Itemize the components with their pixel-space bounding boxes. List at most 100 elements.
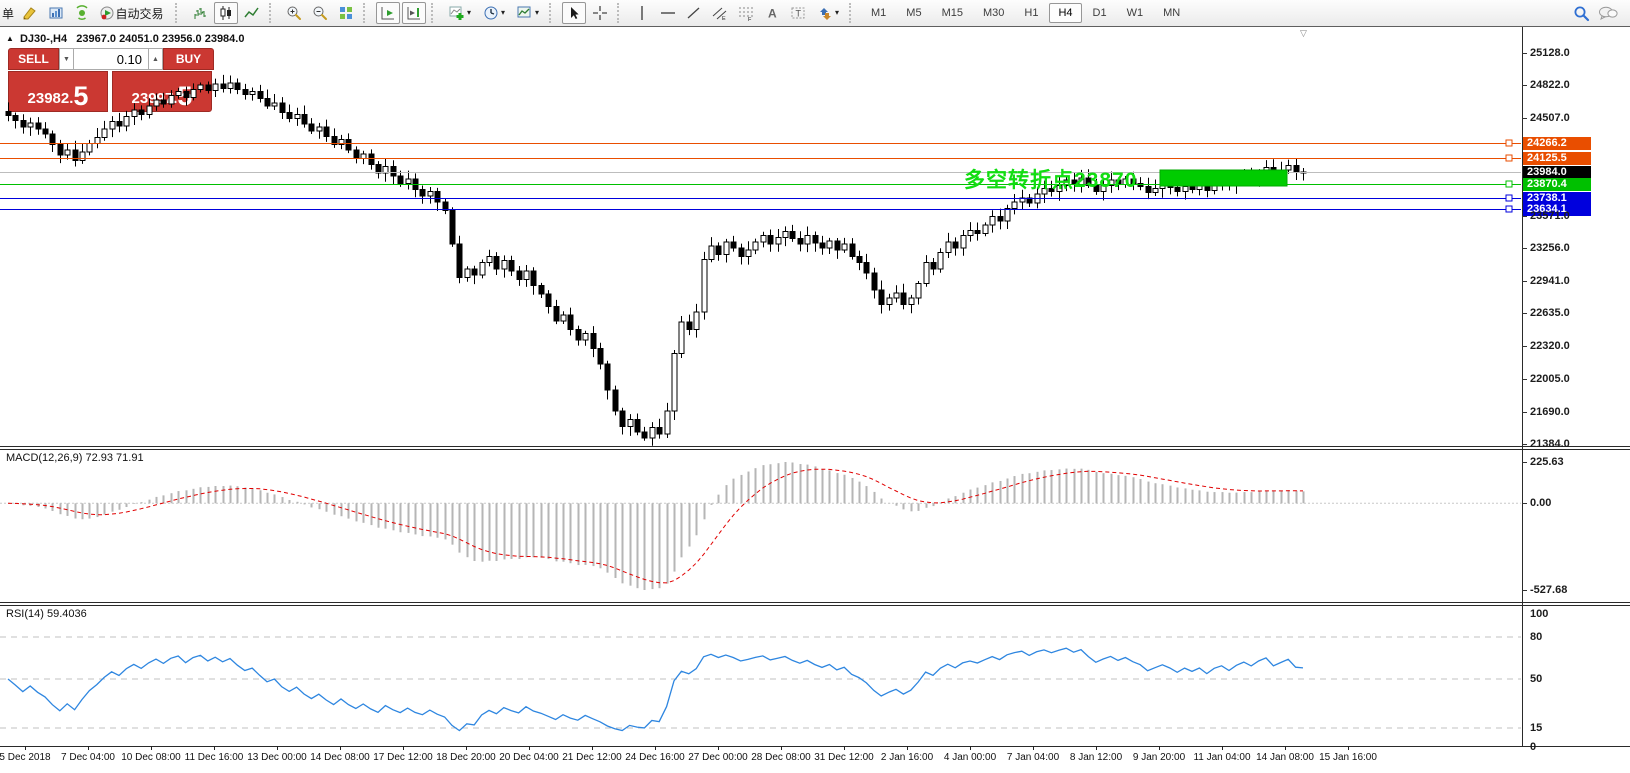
vertical-line-icon[interactable] [630,2,654,24]
price-axis-tick-mark [1522,412,1527,413]
timeframe-button-m5[interactable]: M5 [897,3,930,23]
timeframe-button-h1[interactable]: H1 [1015,3,1047,23]
time-axis-tick-mark [844,746,845,750]
time-axis-tick-mark [907,746,908,750]
search-icon[interactable] [1569,2,1593,24]
auto-trading-button[interactable]: 自动交易 [96,2,170,24]
time-axis-tick-mark [151,746,152,750]
toolbar-grip[interactable] [269,3,276,23]
new-order-button[interactable]: 单 [2,5,14,22]
time-axis-label: 2 Jan 16:00 [881,752,933,763]
indicators-icon[interactable]: ▾ [444,2,476,24]
templates-icon[interactable]: ▾ [512,2,544,24]
line-chart-icon[interactable] [240,2,264,24]
zoom-out-icon[interactable] [308,2,332,24]
macd-axis-tick-mark [1522,462,1527,463]
timeframe-button-w1[interactable]: W1 [1118,3,1153,23]
crayon-icon[interactable] [18,2,42,24]
text-label-icon[interactable]: T [786,2,810,24]
time-axis-label: 11 Jan 04:00 [1193,752,1250,763]
time-axis-tick-mark [1285,746,1286,750]
macd-canvas[interactable] [0,450,1522,602]
arrows-icon[interactable]: ▾ [812,2,844,24]
price-level-tag[interactable]: 23870.4 [1523,178,1591,191]
price-chart-canvas[interactable] [0,28,1522,446]
cursor-icon[interactable] [562,2,586,24]
timeframe-button-h4[interactable]: H4 [1049,3,1081,23]
chat-icon[interactable] [1595,2,1621,24]
time-axis-label: 31 Dec 12:00 [814,752,874,763]
time-axis-label: 4 Jan 00:00 [944,752,996,763]
time-axis-tick-mark [592,746,593,750]
rsi-label: RSI(14) 59.4036 [6,608,87,620]
chart-shift-marker[interactable]: ▽ [1300,29,1307,38]
price-axis[interactable] [1522,27,1523,746]
price-axis-tick-mark [1522,346,1527,347]
auto-trading-label: 自动交易 [116,5,164,22]
price-axis-tick: 21690.0 [1530,406,1570,418]
zoom-in-icon[interactable] [282,2,306,24]
time-axis-label: 15 Jan 16:00 [1319,752,1377,763]
price-axis-tick-mark [1522,444,1527,445]
macd-axis-tick-mark [1522,590,1527,591]
chart-shift-icon[interactable] [402,2,426,24]
toolbar-grip[interactable] [363,3,370,23]
chevron-down-icon: ▾ [835,9,839,17]
price-axis-tick-mark [1522,379,1527,380]
price-level-tag[interactable]: 24125.5 [1523,152,1591,165]
bar-chart-icon[interactable] [188,2,212,24]
time-axis-tick-mark [1096,746,1097,750]
chevron-down-icon: ▾ [535,9,539,17]
toolbar-grip[interactable] [617,3,624,23]
tile-windows-icon[interactable] [334,2,358,24]
text-icon[interactable]: A [760,2,784,24]
time-axis-label: 8 Jan 12:00 [1070,752,1122,763]
timeframe-button-m1[interactable]: M1 [862,3,895,23]
toolbar-grip[interactable] [175,3,182,23]
fibonacci-icon[interactable]: F [734,2,758,24]
pane-divider[interactable] [0,602,1630,606]
rsi-axis-tick: 50 [1530,673,1542,685]
candle-chart-icon[interactable] [214,2,238,24]
time-axis-tick-mark [466,746,467,750]
price-axis-tick: 25128.0 [1530,47,1570,59]
horizontal-line-icon[interactable] [656,2,680,24]
market-watch-icon[interactable] [44,2,68,24]
time-axis-tick-mark [1222,746,1223,750]
signal-icon[interactable] [70,2,94,24]
timeframe-button-m30[interactable]: M30 [974,3,1013,23]
toolbar-grip[interactable] [549,3,556,23]
macd-axis-tick: -527.68 [1530,584,1567,596]
pane-divider[interactable] [0,446,1630,450]
auto-scroll-icon[interactable] [376,2,400,24]
time-axis-label: 28 Dec 08:00 [751,752,811,763]
time-axis-tick-mark [781,746,782,750]
time-axis-label: 13 Dec 00:00 [247,752,307,763]
timeframe-button-mn[interactable]: MN [1154,3,1189,23]
crosshair-icon[interactable] [588,2,612,24]
price-axis-tick-mark [1522,216,1527,217]
price-level-tag[interactable]: 24266.2 [1523,137,1591,150]
timeframe-toolbar: M1M5M15M30H1H4D1W1MN [861,3,1190,23]
price-axis-tick: 22320.0 [1530,340,1570,352]
timeframe-button-d1[interactable]: D1 [1084,3,1116,23]
timeframe-button-m15[interactable]: M15 [933,3,972,23]
time-axis[interactable] [0,746,1630,747]
time-axis-label: 10 Dec 08:00 [121,752,181,763]
toolbar-grip[interactable] [431,3,438,23]
chevron-down-icon: ▾ [501,9,505,17]
time-axis-tick-mark [1159,746,1160,750]
toolbar-grip[interactable] [849,3,856,23]
time-axis-label: 14 Dec 08:00 [310,752,370,763]
chart-annotation-text[interactable]: 多空转折点23870 [964,164,1137,194]
trendline-icon[interactable] [682,2,706,24]
time-axis-label: 21 Dec 12:00 [562,752,622,763]
price-axis-tick: 23256.0 [1530,242,1570,254]
time-axis-label: 5 Dec 2018 [0,752,51,763]
rsi-canvas[interactable] [0,606,1522,746]
equidistant-channel-icon[interactable]: E [708,2,732,24]
price-axis-tick: 24507.0 [1530,112,1570,124]
periods-icon[interactable]: ▾ [478,2,510,24]
price-axis-tick-mark [1522,248,1527,249]
main-toolbar: 单 自动交易 [0,0,1630,27]
